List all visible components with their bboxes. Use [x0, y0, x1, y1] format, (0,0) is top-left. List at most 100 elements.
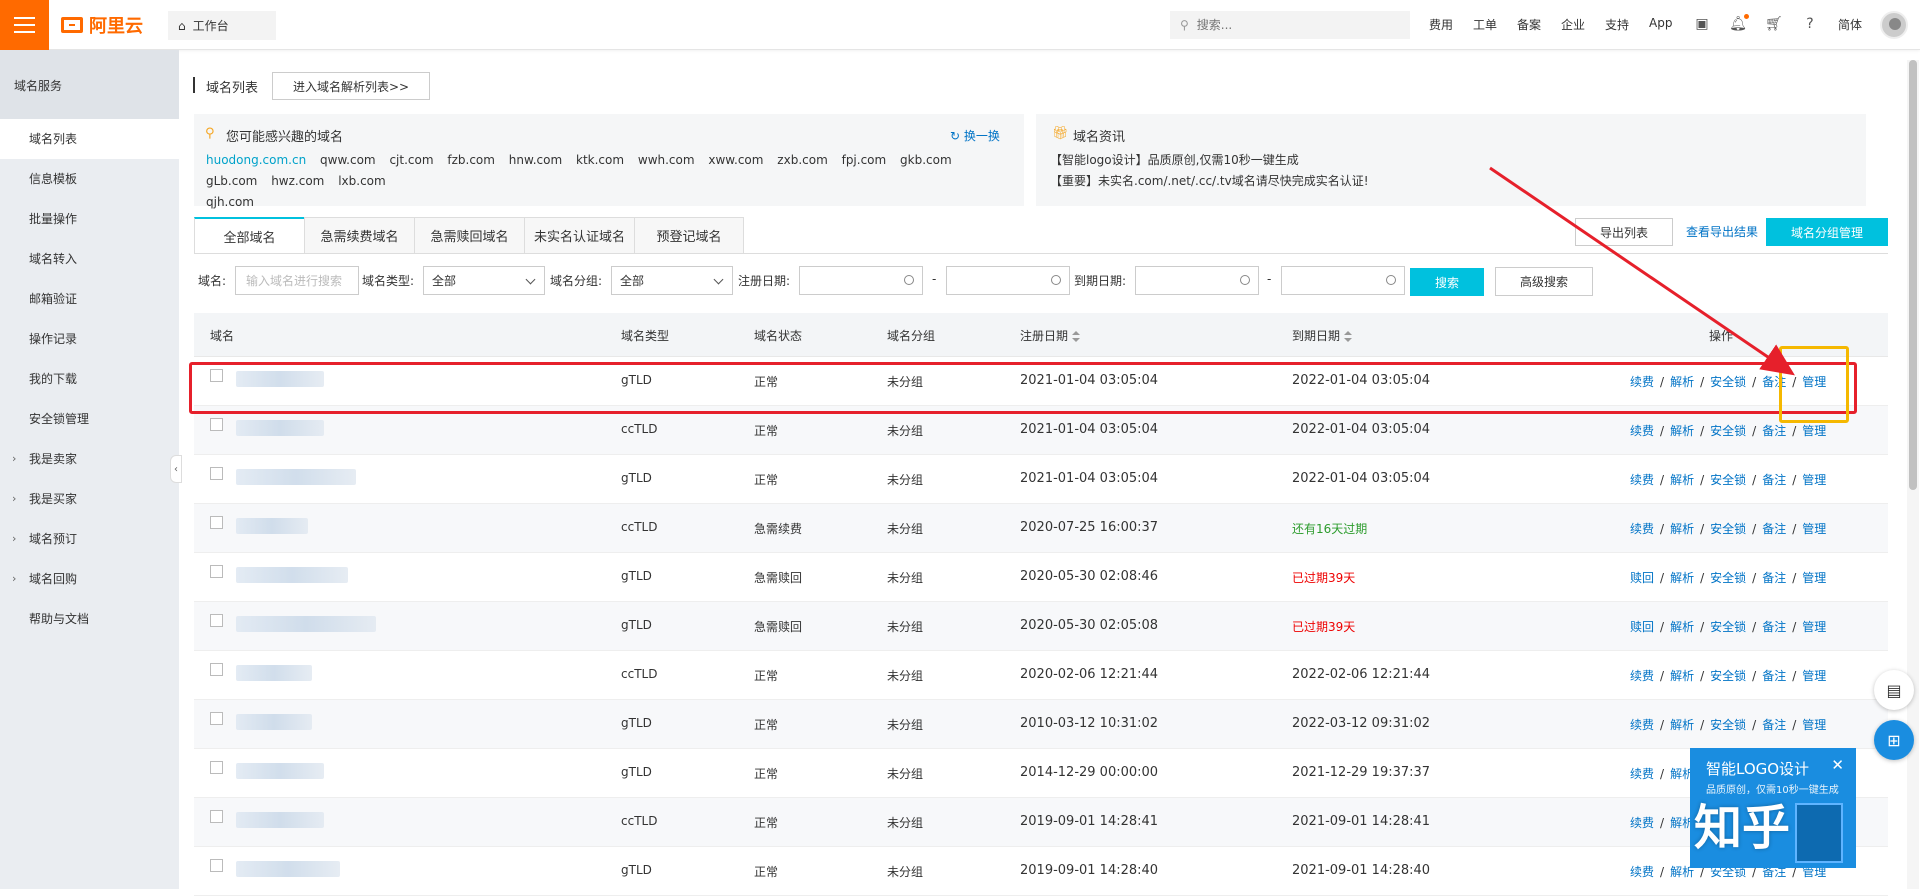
- row-checkbox[interactable]: [210, 810, 223, 823]
- security-lock-link[interactable]: 安全锁: [1710, 522, 1746, 536]
- row-checkbox[interactable]: [210, 516, 223, 529]
- global-search[interactable]: ⚲: [1170, 11, 1410, 39]
- domain-suggestion[interactable]: qjh.com: [206, 195, 254, 209]
- security-lock-link[interactable]: 安全锁: [1710, 424, 1746, 438]
- close-icon[interactable]: ✕: [1831, 756, 1844, 774]
- row-checkbox[interactable]: [210, 859, 223, 872]
- bell-icon[interactable]: 🔔︎: [1729, 14, 1749, 34]
- chat-icon[interactable]: ▤: [1874, 670, 1914, 710]
- dns-list-button[interactable]: 进入域名解析列表>>: [272, 72, 430, 100]
- domain-suggestion[interactable]: zxb.com: [777, 153, 827, 167]
- domain-name-redacted[interactable]: [236, 616, 376, 632]
- workbench-button[interactable]: ⌂ 工作台: [168, 11, 276, 40]
- dns-link[interactable]: 解析: [1670, 424, 1694, 438]
- dns-link[interactable]: 解析: [1670, 669, 1694, 683]
- manage-link[interactable]: 管理: [1802, 522, 1826, 536]
- renew-link[interactable]: 续费: [1630, 473, 1654, 487]
- domain-suggestion[interactable]: hwz.com: [271, 174, 324, 188]
- sidebar-item-preorder[interactable]: › 域名预订: [0, 519, 179, 559]
- language-switch[interactable]: 简体: [1838, 16, 1862, 34]
- news-item[interactable]: 【智能logo设计】品质原创,仅需10秒一键生成: [1050, 150, 1369, 171]
- sidebar-item-op-log[interactable]: 操作记录: [0, 319, 179, 359]
- dns-link[interactable]: 解析: [1670, 718, 1694, 732]
- group-select[interactable]: 全部: [611, 266, 733, 295]
- tab-preregistered[interactable]: 预登记域名: [634, 217, 744, 254]
- manage-link[interactable]: 管理: [1802, 620, 1826, 634]
- refresh-button[interactable]: ↻ 换一换: [950, 127, 1000, 144]
- dns-link[interactable]: 解析: [1670, 620, 1694, 634]
- page-scrollbar[interactable]: [1907, 60, 1919, 889]
- nav-support[interactable]: 支持: [1605, 16, 1629, 34]
- manage-link[interactable]: 管理: [1802, 473, 1826, 487]
- security-lock-link[interactable]: 安全锁: [1710, 669, 1746, 683]
- reg-date-end[interactable]: [946, 266, 1070, 295]
- domain-suggestion[interactable]: xww.com: [708, 153, 763, 167]
- sidebar-item-templates[interactable]: 信息模板: [0, 159, 179, 199]
- nav-tickets[interactable]: 工单: [1473, 16, 1497, 34]
- nav-app[interactable]: App: [1649, 16, 1672, 34]
- security-lock-link[interactable]: 安全锁: [1710, 571, 1746, 585]
- renew-link[interactable]: 续费: [1630, 865, 1654, 879]
- sidebar-item-buyer[interactable]: › 我是买家: [0, 479, 179, 519]
- renew-link[interactable]: 续费: [1630, 718, 1654, 732]
- manage-link[interactable]: 管理: [1802, 718, 1826, 732]
- remark-link[interactable]: 备注: [1762, 522, 1786, 536]
- nav-enterprise[interactable]: 企业: [1561, 16, 1585, 34]
- renew-link[interactable]: 续费: [1630, 816, 1654, 830]
- security-lock-link[interactable]: 安全锁: [1710, 473, 1746, 487]
- domain-suggestion[interactable]: cjt.com: [389, 153, 433, 167]
- domain-suggestion[interactable]: huodong.com.cn: [206, 153, 306, 167]
- apps-icon[interactable]: ⊞: [1874, 720, 1914, 760]
- exp-date-end[interactable]: [1281, 266, 1405, 295]
- col-exp-date[interactable]: 到期日期: [1292, 327, 1353, 344]
- remark-link[interactable]: 备注: [1762, 718, 1786, 732]
- security-lock-link[interactable]: 安全锁: [1710, 620, 1746, 634]
- renew-link[interactable]: 赎回: [1630, 620, 1654, 634]
- dns-link[interactable]: 解析: [1670, 571, 1694, 585]
- sidebar-item-buyback[interactable]: › 域名回购: [0, 559, 179, 599]
- advanced-search-button[interactable]: 高级搜索: [1495, 267, 1593, 296]
- tab-redeem-urgent[interactable]: 急需赎回域名: [414, 217, 524, 254]
- renew-link[interactable]: 续费: [1630, 669, 1654, 683]
- row-checkbox[interactable]: [210, 663, 223, 676]
- dns-link[interactable]: 解析: [1670, 473, 1694, 487]
- domain-name-redacted[interactable]: [236, 665, 312, 681]
- cart-icon[interactable]: 🛒︎: [1765, 14, 1783, 34]
- sidebar-item-domain-list[interactable]: 域名列表: [0, 119, 179, 159]
- domain-suggestion[interactable]: gkb.com: [900, 153, 952, 167]
- view-export-link[interactable]: 查看导出结果: [1686, 223, 1758, 240]
- scroll-thumb[interactable]: [1909, 60, 1917, 490]
- domain-search-input[interactable]: 输入域名进行搜索: [235, 266, 359, 295]
- sidebar-item-seller[interactable]: › 我是卖家: [0, 439, 179, 479]
- security-lock-link[interactable]: 安全锁: [1710, 718, 1746, 732]
- manage-link[interactable]: 管理: [1802, 424, 1826, 438]
- manage-link[interactable]: 管理: [1802, 571, 1826, 585]
- row-checkbox[interactable]: [210, 565, 223, 578]
- row-checkbox[interactable]: [210, 761, 223, 774]
- domain-name-redacted[interactable]: [236, 567, 348, 583]
- news-item[interactable]: 【重要】未实名.com/.net/.cc/.tv域名请尽快完成实名认证!: [1050, 171, 1369, 192]
- renew-link[interactable]: 续费: [1630, 767, 1654, 781]
- help-icon[interactable]: ?: [1801, 14, 1819, 34]
- remark-link[interactable]: 备注: [1762, 620, 1786, 634]
- sort-icon[interactable]: [1072, 330, 1081, 343]
- renew-link[interactable]: 赎回: [1630, 571, 1654, 585]
- domain-suggestion[interactable]: qww.com: [320, 153, 376, 167]
- domain-suggestion[interactable]: hnw.com: [509, 153, 562, 167]
- domain-name-redacted[interactable]: [236, 420, 324, 436]
- sidebar-item-email-verify[interactable]: 邮箱验证: [0, 279, 179, 319]
- search-input[interactable]: [1196, 18, 1387, 32]
- sidebar-collapse-handle[interactable]: ‹: [170, 455, 182, 483]
- aliyun-logo[interactable]: 阿里云: [61, 13, 143, 37]
- row-checkbox[interactable]: [210, 467, 223, 480]
- menu-icon[interactable]: [0, 0, 49, 50]
- domain-name-redacted[interactable]: [236, 518, 308, 534]
- sidebar-item-batch[interactable]: 批量操作: [0, 199, 179, 239]
- row-checkbox[interactable]: [210, 614, 223, 627]
- domain-name-redacted[interactable]: [236, 469, 356, 485]
- domain-name-redacted[interactable]: [236, 714, 312, 730]
- dns-link[interactable]: 解析: [1670, 522, 1694, 536]
- tab-all-domains[interactable]: 全部域名: [194, 217, 304, 254]
- row-checkbox[interactable]: [210, 712, 223, 725]
- sidebar-item-downloads[interactable]: 我的下载: [0, 359, 179, 399]
